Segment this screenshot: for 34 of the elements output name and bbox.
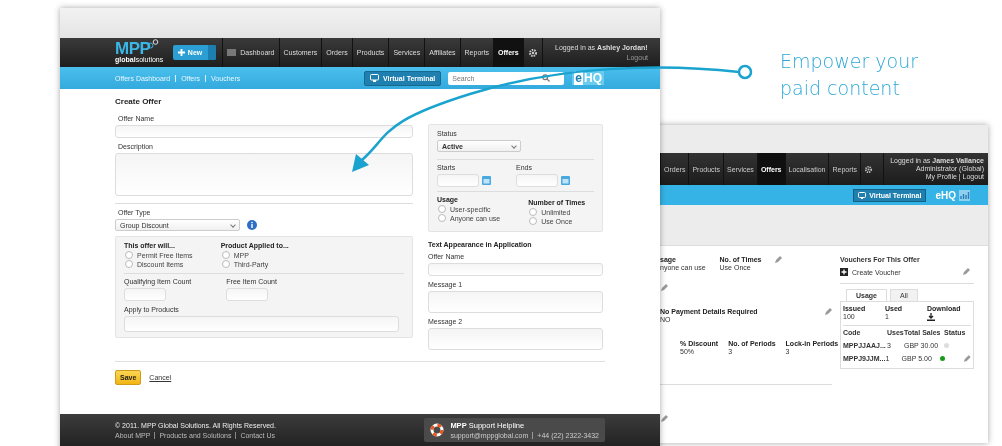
pencil-icon[interactable] (660, 415, 668, 423)
chart-icon (959, 189, 970, 201)
calendar-icon[interactable] (561, 176, 570, 186)
plus-icon[interactable] (840, 268, 848, 276)
text-area[interactable] (428, 328, 603, 351)
pencil-icon[interactable] (963, 354, 971, 363)
date-field[interactable] (516, 174, 558, 188)
info-icon[interactable] (247, 220, 257, 231)
pencil-icon[interactable] (962, 268, 970, 276)
input-field[interactable] (226, 288, 269, 302)
date-field[interactable] (437, 174, 479, 188)
text-area[interactable] (115, 153, 413, 197)
dashboard-icon (227, 49, 237, 57)
input-field[interactable] (428, 263, 603, 277)
brand-logo: eHQ (935, 189, 956, 201)
ring-marker (737, 64, 753, 80)
input-field[interactable] (124, 288, 166, 302)
plus-icon (177, 49, 185, 57)
settings-icon[interactable] (527, 47, 538, 58)
monitor-icon (370, 74, 380, 83)
lifebuoy-icon (430, 423, 445, 438)
pencil-icon[interactable] (824, 308, 832, 316)
monitor-icon (858, 191, 867, 199)
pencil-icon[interactable] (774, 256, 782, 264)
page-title: Create Offer (115, 97, 163, 107)
download-icon[interactable] (927, 313, 935, 321)
input-field[interactable] (115, 125, 413, 139)
search-icon (542, 74, 551, 83)
tagline: Empower your paid content (780, 49, 919, 101)
calendar-icon[interactable] (482, 176, 491, 186)
text-area[interactable] (428, 291, 603, 314)
pencil-icon[interactable] (660, 284, 668, 292)
input-field[interactable] (124, 316, 399, 333)
settings-icon[interactable] (864, 164, 873, 174)
